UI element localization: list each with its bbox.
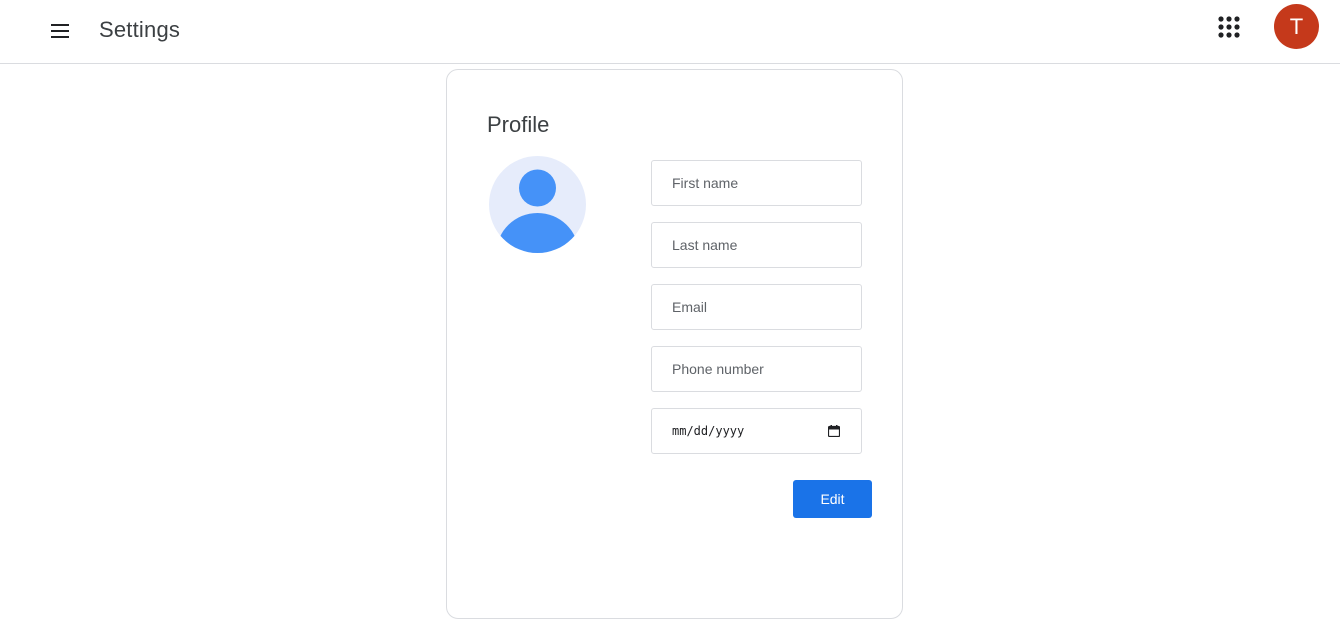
first-name-field[interactable] (651, 160, 862, 206)
page-title: Settings (99, 17, 181, 42)
profile-title: Profile (487, 112, 550, 137)
account-avatar-button[interactable]: T (1274, 4, 1319, 49)
account-initial: T (1289, 13, 1304, 39)
email-field[interactable] (651, 284, 862, 330)
menu-icon (51, 24, 69, 38)
profile-card: Profile mm/dd/yyyy Edit (446, 69, 903, 619)
edit-button[interactable]: Edit (793, 480, 872, 518)
date-placeholder: mm/dd/yyyy (672, 424, 745, 438)
apps-grid-icon (1218, 16, 1240, 38)
apps-button[interactable] (1209, 7, 1249, 47)
top-app-bar: Settings T (0, 0, 1340, 64)
calendar-icon[interactable] (827, 424, 841, 438)
last-name-field[interactable] (651, 222, 862, 268)
profile-placeholder-icon (489, 156, 586, 253)
menu-button[interactable] (40, 11, 80, 51)
birthdate-field[interactable]: mm/dd/yyyy (651, 408, 862, 454)
phone-number-field[interactable] (651, 346, 862, 392)
